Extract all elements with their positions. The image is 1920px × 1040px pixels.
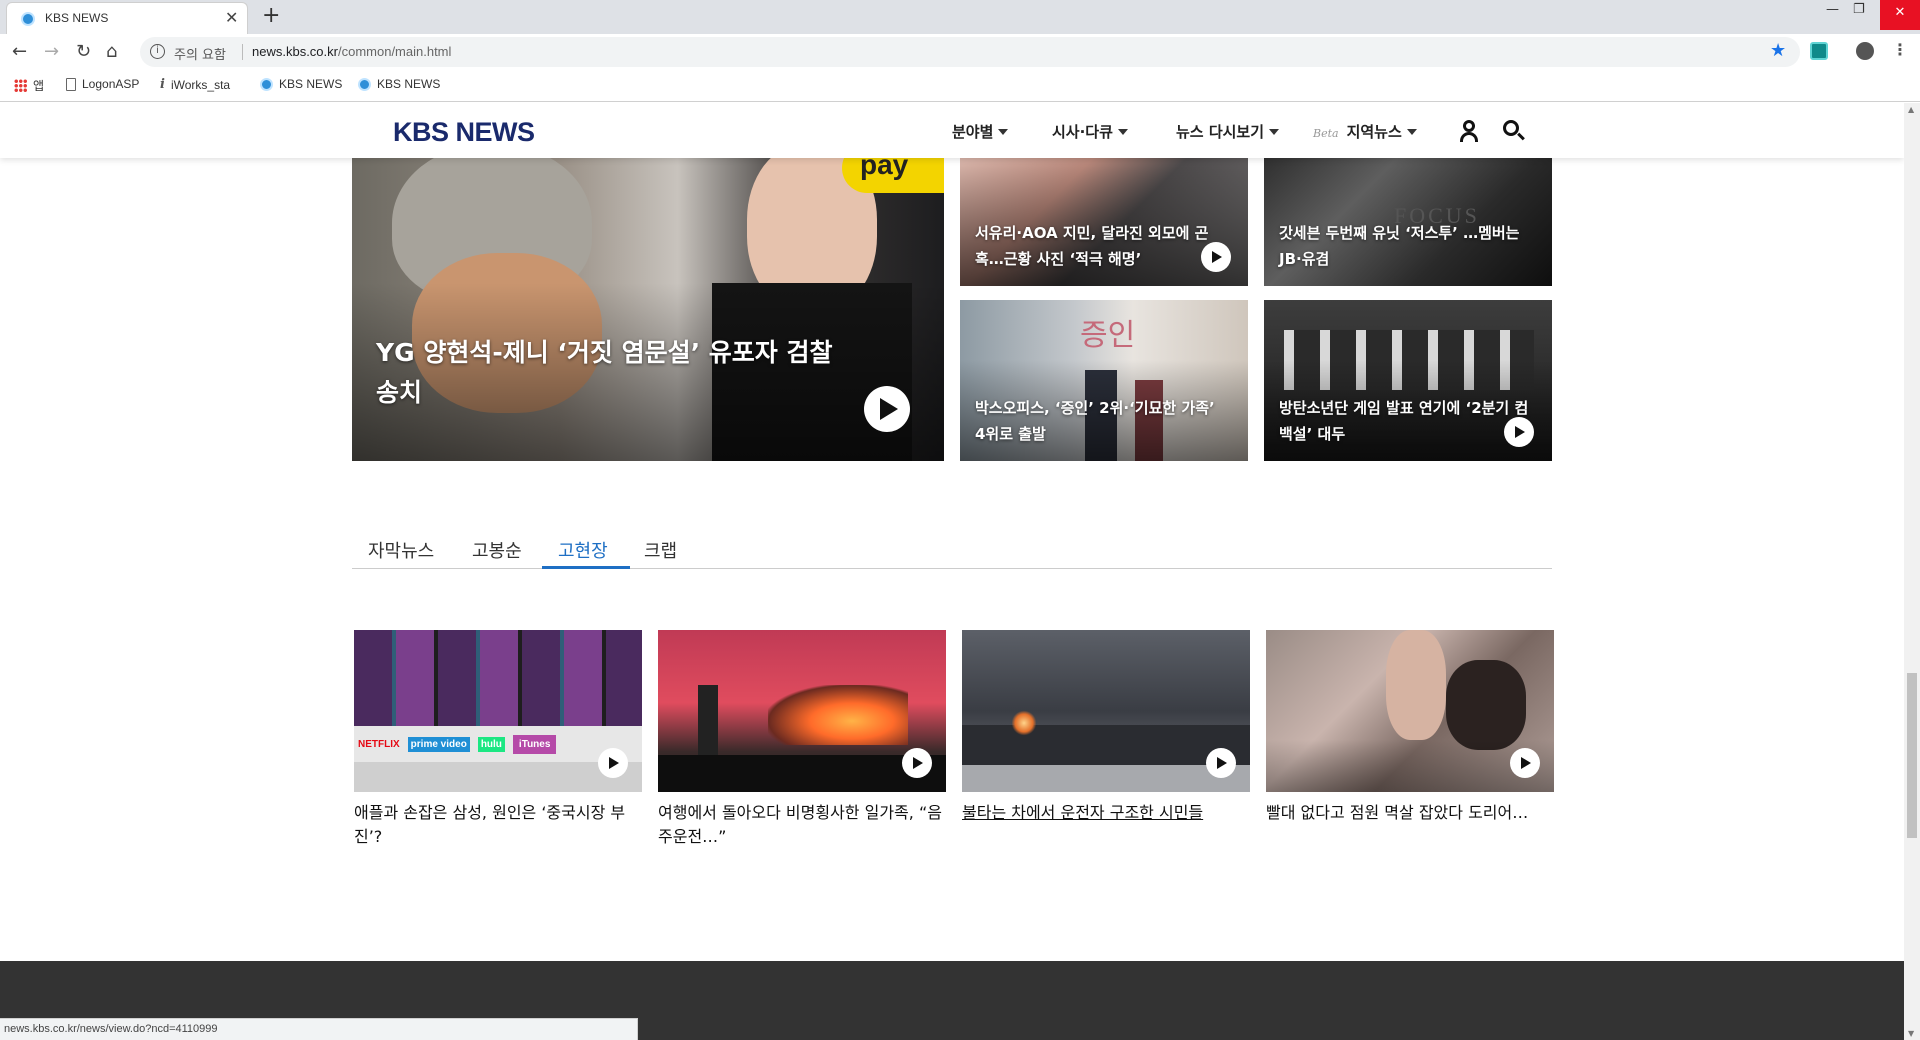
firefighter-silhouette	[698, 685, 718, 755]
extension-icon[interactable]	[1810, 42, 1828, 60]
close-tab-icon[interactable]: ✕	[225, 8, 238, 27]
bookmark-apps[interactable]: 앱	[14, 77, 44, 94]
scroll-thumb[interactable]	[1907, 673, 1917, 838]
page-scrollbar[interactable]: ▲ ▼	[1904, 103, 1920, 1040]
fire-glow	[768, 685, 908, 745]
browser-menu-icon[interactable]: ⋮	[1892, 40, 1908, 59]
video-thumb-4[interactable]	[1266, 630, 1554, 792]
forward-arrow-icon[interactable]: →	[44, 41, 59, 62]
beta-badge: Beta	[1313, 127, 1339, 140]
video-thumb-3[interactable]	[962, 630, 1250, 792]
video-tabs: 자막뉴스 고봉순 고현장 크랩	[352, 531, 1552, 569]
side-card-title: 방탄소년단 게임 발표 연기에 ‘2분기 컴백설’ 대두	[1279, 399, 1529, 443]
page-viewport: pay YG 양현석-제니 ‘거짓 염문설’ 유포자 검찰 송치 서유리·AOA…	[0, 103, 1904, 1040]
play-icon[interactable]	[1201, 242, 1231, 272]
play-icon[interactable]	[1206, 748, 1236, 778]
poster-title: 증인	[1080, 318, 1136, 353]
status-bar-url: news.kbs.co.kr/news/view.do?ncd=4110999	[0, 1018, 638, 1040]
side-card-title: 갓세븐 두번째 유닛 ‘저스투’ …멤버는 JB·유겸	[1279, 224, 1520, 268]
info-icon[interactable]: i	[150, 44, 165, 59]
security-warning: 주의 요함	[174, 48, 226, 63]
url-text[interactable]: news.kbs.co.kr/common/main.html	[252, 44, 451, 59]
play-icon[interactable]	[598, 748, 628, 778]
video-thumb-2[interactable]	[658, 630, 946, 792]
profile-avatar-icon[interactable]	[1856, 42, 1874, 60]
tab-title: KBS NEWS	[45, 11, 109, 25]
bookmark-kbs-news-2[interactable]: KBS NEWS	[358, 77, 440, 91]
home-icon[interactable]: ⌂	[106, 41, 117, 62]
fire-spot	[1012, 710, 1036, 736]
new-tab-button[interactable]: +	[262, 3, 280, 28]
active-tab-indicator	[542, 566, 630, 569]
tab-subtitle-news[interactable]: 자막뉴스	[368, 537, 434, 563]
browser-tab[interactable]: KBS NEWS ✕	[6, 2, 248, 34]
search-icon[interactable]	[1503, 120, 1525, 142]
tab-crab[interactable]: 크랩	[644, 537, 677, 563]
bookmark-logonasp[interactable]: LogonASP	[66, 77, 139, 91]
scroll-up-arrow-icon[interactable]: ▲	[1908, 105, 1914, 114]
video-caption-2[interactable]: 여행에서 돌아오다 비명횡사한 일가족, “음주운전…”	[658, 801, 948, 849]
browser-toolbar: ← → ↻ ⌂ i 주의 요함 news.kbs.co.kr/common/ma…	[0, 34, 1920, 70]
reload-icon[interactable]: ↻	[76, 41, 91, 62]
person-figure-dark	[1446, 660, 1526, 750]
scroll-down-arrow-icon[interactable]: ▼	[1908, 1029, 1914, 1038]
play-icon[interactable]	[864, 386, 910, 432]
caret-down-icon	[1406, 129, 1417, 135]
minimize-window-button[interactable]: —	[1826, 2, 1839, 17]
nav-menu-current-affairs[interactable]: 시사·다큐	[1052, 121, 1128, 142]
video-caption-4[interactable]: 빨대 없다고 점원 멱살 잡았다 도리어…	[1266, 801, 1556, 825]
featured-main-title: YG 양현석-제니 ‘거짓 염문설’ 유포자 검찰 송치	[376, 338, 833, 407]
caret-down-icon	[1117, 129, 1128, 135]
caret-down-icon	[998, 129, 1009, 135]
apps-grid-icon	[14, 79, 27, 92]
video-thumb-1[interactable]: NETFLIX prime video hulu iTunes	[354, 630, 642, 792]
tv-screen-posters	[354, 630, 642, 730]
bookmark-iworks[interactable]: i iWorks_sta	[160, 77, 230, 92]
address-bar[interactable]: i 주의 요함 news.kbs.co.kr/common/main.html …	[140, 37, 1800, 67]
page-icon	[66, 77, 76, 91]
play-icon[interactable]	[1504, 417, 1534, 447]
bookmark-star-icon[interactable]: ★	[1770, 40, 1786, 61]
back-arrow-icon[interactable]: ←	[12, 41, 27, 62]
nav-menu-news-replay[interactable]: 뉴스 다시보기	[1176, 121, 1280, 142]
nav-menu-local-news[interactable]: Beta 지역뉴스	[1313, 121, 1417, 142]
video-caption-1[interactable]: 애플과 손잡은 삼성, 원인은 ‘중국시장 부진’?	[354, 801, 644, 849]
kbs-favicon-icon	[358, 77, 371, 91]
restore-window-button[interactable]: ❐	[1853, 2, 1865, 17]
caret-down-icon	[1269, 129, 1280, 135]
kbs-favicon-icon	[260, 77, 273, 91]
side-card-title: 서유리·AOA 지민, 달라진 외모에 곤혹…근황 사진 ‘적극 해명’	[975, 224, 1209, 268]
play-icon[interactable]	[902, 748, 932, 778]
nav-menu-section[interactable]: 분야별	[952, 121, 1009, 142]
iworks-icon: i	[160, 77, 165, 92]
featured-side-card-3[interactable]: 증인 박스오피스, ‘증인’ 2위·‘기묘한 가족’ 4위로 출발	[960, 300, 1248, 461]
omnibox-separator	[242, 44, 243, 60]
kbs-favicon-icon	[21, 12, 35, 26]
close-window-button[interactable]: ✕	[1880, 0, 1920, 30]
person-figure	[1386, 630, 1446, 740]
side-card-title: 박스오피스, ‘증인’ 2위·‘기묘한 가족’ 4위로 출발	[975, 399, 1215, 443]
site-header: KBS NEWS 분야별 시사·다큐 뉴스 다시보기 Beta 지역뉴스	[0, 103, 1904, 158]
tab-gohyunjang[interactable]: 고현장	[558, 537, 608, 563]
video-caption-3[interactable]: 불타는 차에서 운전자 구조한 시민들	[962, 801, 1252, 825]
user-icon[interactable]	[1459, 120, 1479, 142]
browser-chrome: KBS NEWS ✕ + — ❐ ✕ ← → ↻ ⌂ i 주의 요함 news.…	[0, 0, 1920, 102]
bookmarks-bar: 앱 LogonASP i iWorks_sta KBS NEWS KBS NEWS	[0, 70, 1920, 102]
tab-gobongsun[interactable]: 고봉순	[472, 537, 522, 563]
kbs-news-logo[interactable]: KBS NEWS	[393, 117, 535, 148]
bookmark-kbs-news-1[interactable]: KBS NEWS	[260, 77, 342, 91]
featured-side-card-4[interactable]: 방탄소년단 게임 발표 연기에 ‘2분기 컴백설’ 대두	[1264, 300, 1552, 461]
play-icon[interactable]	[1510, 748, 1540, 778]
tab-strip: KBS NEWS ✕ + — ❐ ✕	[0, 0, 1920, 34]
